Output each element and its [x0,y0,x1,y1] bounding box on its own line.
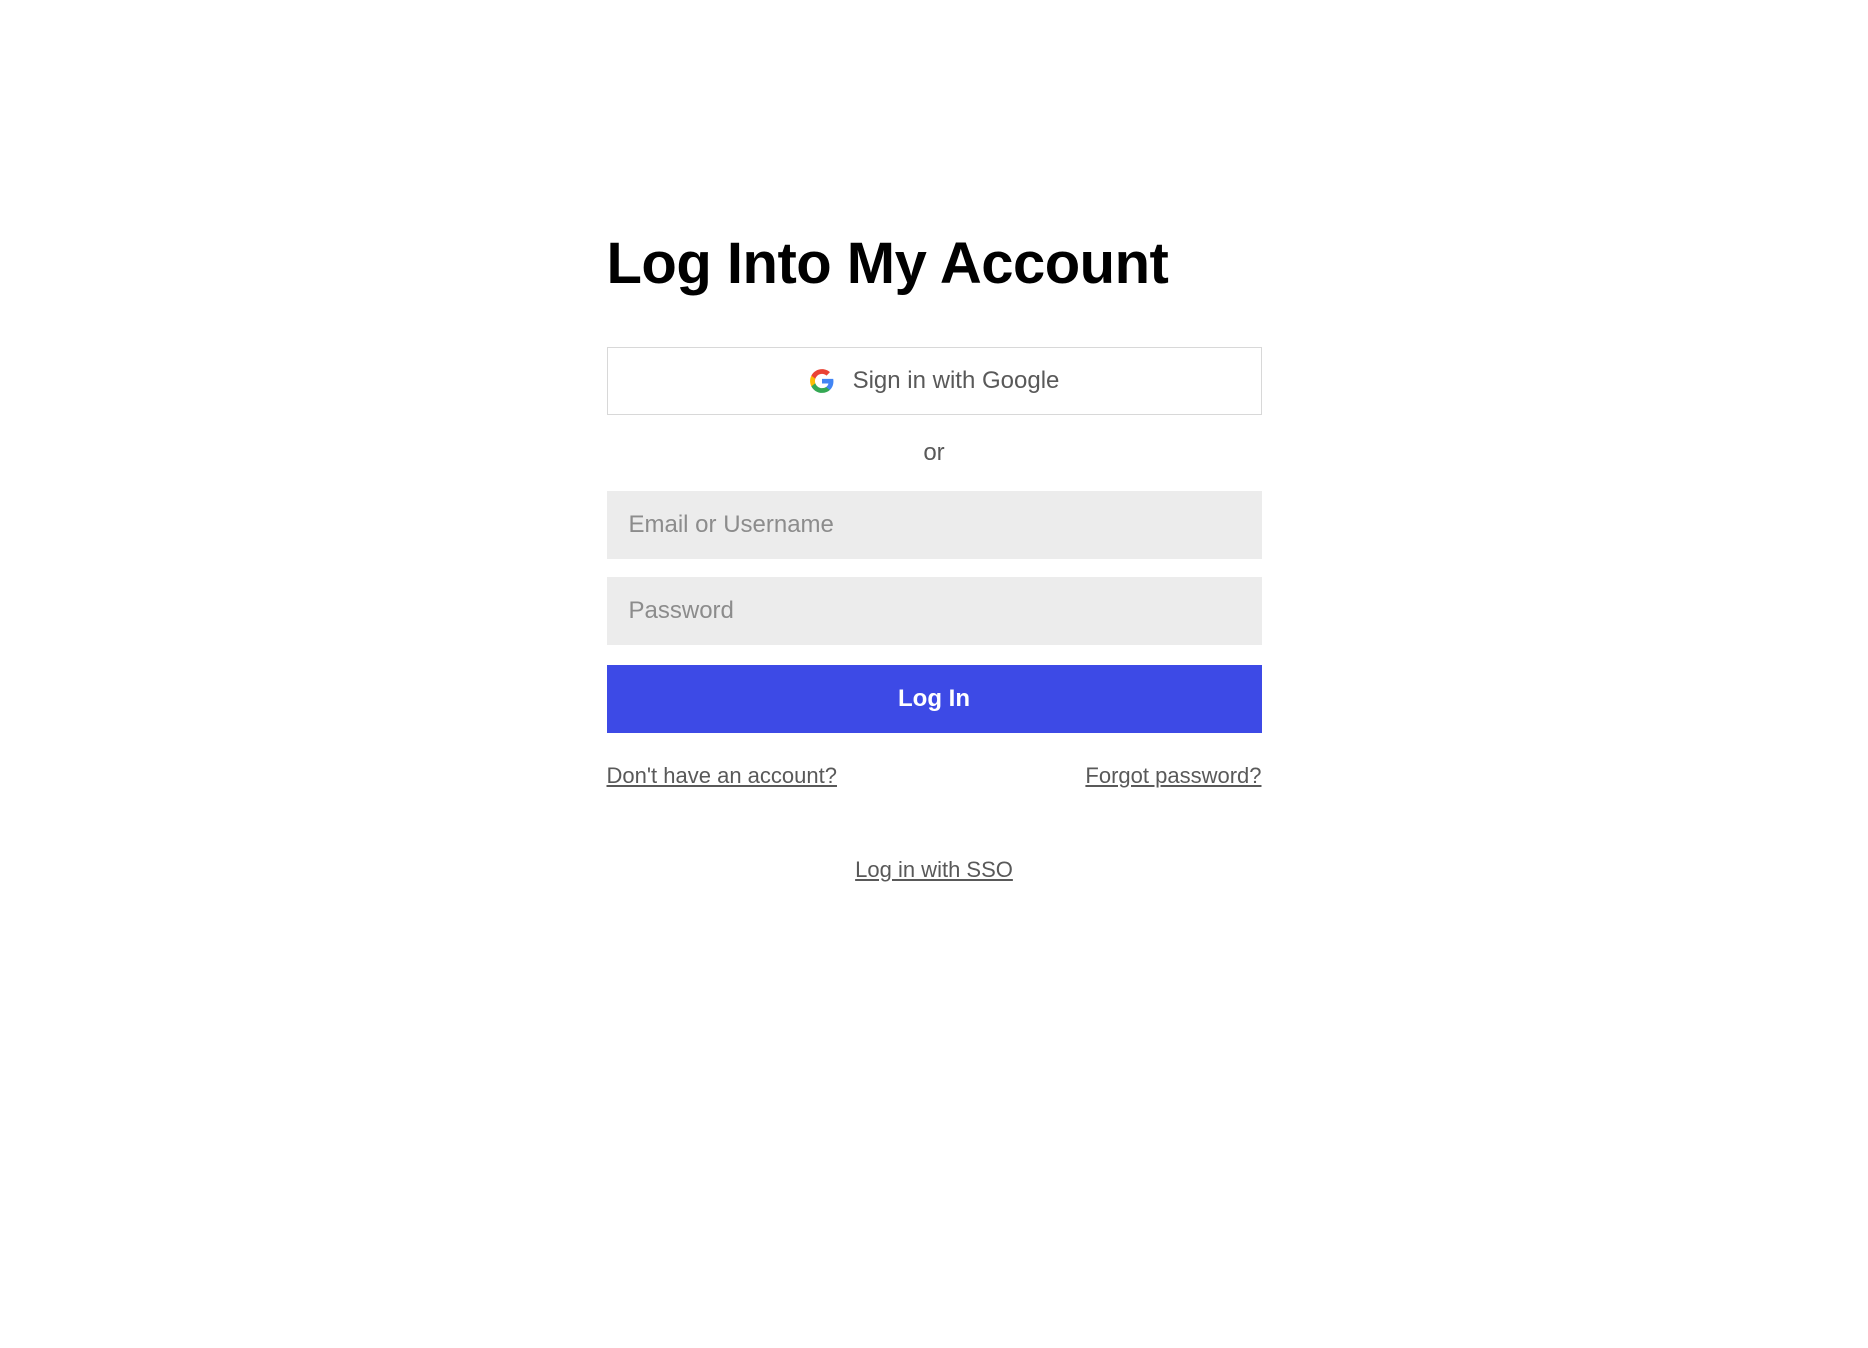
google-signin-button[interactable]: Sign in with Google [607,347,1262,415]
or-divider: or [607,439,1262,467]
sso-row: Log in with SSO [607,857,1262,883]
login-form: Log Into My Account Sign in with Google … [607,230,1262,883]
signup-link[interactable]: Don't have an account? [607,763,837,789]
sso-link[interactable]: Log in with SSO [855,857,1013,882]
forgot-password-link[interactable]: Forgot password? [1085,763,1261,789]
google-signin-label: Sign in with Google [853,367,1060,395]
links-row: Don't have an account? Forgot password? [607,763,1262,789]
login-button[interactable]: Log In [607,665,1262,733]
page-title: Log Into My Account [607,230,1262,297]
password-input[interactable] [607,577,1262,645]
email-input[interactable] [607,491,1262,559]
google-icon [809,368,835,394]
